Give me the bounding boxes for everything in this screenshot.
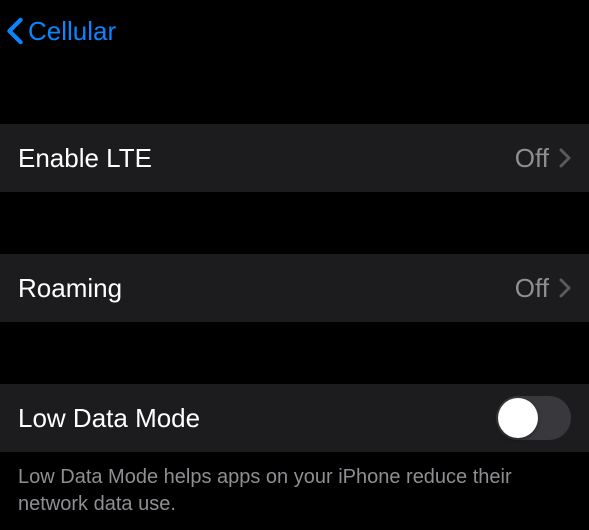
low-data-mode-row: Low Data Mode xyxy=(0,384,589,452)
nav-bar: Cellular xyxy=(0,0,589,62)
spacer xyxy=(0,322,589,384)
low-data-mode-toggle[interactable] xyxy=(496,396,571,440)
enable-lte-value: Off xyxy=(515,143,549,174)
low-data-mode-footer: Low Data Mode helps apps on your iPhone … xyxy=(0,452,589,530)
spacer xyxy=(0,62,589,124)
chevron-left-icon xyxy=(6,17,24,45)
chevron-right-icon xyxy=(559,278,571,298)
roaming-label: Roaming xyxy=(18,273,122,304)
spacer xyxy=(0,192,589,254)
roaming-value: Off xyxy=(515,273,549,304)
toggle-knob xyxy=(498,398,538,438)
chevron-right-icon xyxy=(559,148,571,168)
back-label: Cellular xyxy=(28,16,116,47)
back-button[interactable]: Cellular xyxy=(6,16,116,47)
roaming-value-container: Off xyxy=(515,273,571,304)
enable-lte-row[interactable]: Enable LTE Off xyxy=(0,124,589,192)
low-data-mode-label: Low Data Mode xyxy=(18,403,200,434)
enable-lte-label: Enable LTE xyxy=(18,143,152,174)
roaming-row[interactable]: Roaming Off xyxy=(0,254,589,322)
enable-lte-value-container: Off xyxy=(515,143,571,174)
